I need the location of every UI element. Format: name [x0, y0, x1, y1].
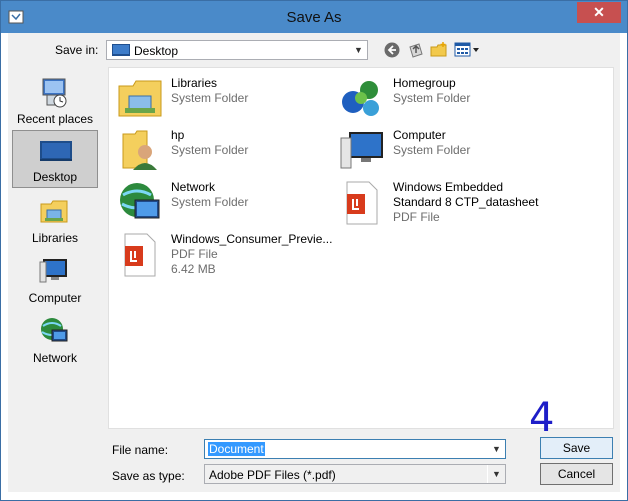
place-label: Desktop	[32, 170, 78, 184]
chevron-down-icon[interactable]: ▼	[487, 440, 505, 458]
desktop-small-icon	[112, 44, 130, 56]
place-libraries[interactable]: Libraries	[12, 190, 98, 248]
pdf-file-icon	[124, 233, 156, 277]
up-folder-icon[interactable]	[407, 41, 425, 59]
libraries-folder-icon	[118, 80, 162, 117]
view-menu-icon[interactable]	[454, 41, 480, 59]
item-type: System Folder	[171, 143, 249, 157]
new-folder-icon[interactable]	[430, 41, 448, 59]
window-title: Save As	[286, 9, 342, 26]
place-label: Network	[32, 351, 77, 365]
libraries-icon	[40, 200, 68, 223]
list-item-network[interactable]: Network System Folder	[113, 178, 328, 228]
recent-places-icon	[42, 78, 67, 108]
file-name-field[interactable]: Document ▼	[204, 439, 506, 459]
list-item-libraries[interactable]: Libraries System Folder	[113, 74, 328, 124]
place-recent-places[interactable]: Recent places	[12, 71, 98, 129]
save-as-dialog: Save As ✕ Save in: Desktop ▼ Recent plac…	[0, 0, 628, 501]
computer-icon	[39, 259, 67, 283]
item-name: hp	[171, 128, 185, 142]
place-computer[interactable]: Computer	[12, 250, 98, 308]
network-globe-icon	[120, 183, 160, 219]
homegroup-icon	[342, 81, 379, 116]
save-in-label: Save in:	[55, 43, 99, 57]
save-type-dropdown[interactable]: Adobe PDF Files (*.pdf) ▼	[204, 464, 506, 484]
list-item-hp[interactable]: hp System Folder	[113, 126, 328, 176]
title-bar[interactable]: Save As ✕	[1, 1, 627, 33]
step-number-annotation: 4	[529, 395, 555, 441]
item-name: Libraries	[171, 76, 218, 90]
pdf-file-icon	[346, 181, 378, 225]
item-name: Network	[171, 180, 216, 194]
network-icon	[41, 318, 68, 342]
place-label: Libraries	[31, 231, 79, 245]
place-label: Recent places	[16, 112, 94, 126]
save-type-label: Save as type:	[112, 469, 185, 483]
file-name-value[interactable]: Document	[208, 442, 265, 456]
item-type: System Folder	[171, 195, 249, 209]
back-icon[interactable]	[383, 41, 401, 59]
chevron-down-icon[interactable]: ▼	[349, 41, 367, 59]
item-type: PDF File	[171, 247, 218, 261]
place-desktop[interactable]: Desktop	[12, 130, 98, 188]
list-item-windows-consumer-preview[interactable]: Windows_Consumer_Previe... PDF File 6.42…	[113, 230, 343, 280]
item-name: Homegroup	[393, 76, 456, 90]
item-name: Computer	[393, 128, 446, 142]
file-name-label: File name:	[112, 443, 169, 457]
close-button[interactable]: ✕	[577, 2, 621, 23]
item-size: 6.42 MB	[171, 262, 216, 276]
places-bar: Recent places Desktop Libraries Computer…	[8, 69, 98, 431]
item-type: System Folder	[393, 91, 471, 105]
user-folder-icon	[122, 130, 157, 170]
item-type: System Folder	[171, 91, 249, 105]
place-label: Computer	[28, 291, 82, 305]
item-type: PDF File	[393, 210, 440, 224]
save-in-dropdown[interactable]: Desktop ▼	[106, 40, 368, 60]
save-in-value: Desktop	[134, 44, 179, 58]
save-type-value: Adobe PDF Files (*.pdf)	[209, 468, 336, 482]
chevron-down-icon[interactable]: ▼	[487, 465, 505, 483]
place-network[interactable]: Network	[12, 310, 98, 368]
item-type: System Folder	[393, 143, 471, 157]
list-item-windows-embedded[interactable]: Windows Embedded Standard 8 CTP_datashee…	[335, 178, 605, 228]
list-item-homegroup[interactable]: Homegroup System Folder	[335, 74, 550, 124]
cancel-button[interactable]: Cancel	[540, 463, 613, 485]
computer-icon	[340, 132, 383, 169]
item-name: Windows_Consumer_Previe...	[171, 232, 333, 246]
desktop-icon	[40, 141, 72, 161]
item-name-line2: Standard 8 CTP_datasheet	[393, 195, 539, 209]
list-item-computer[interactable]: Computer System Folder	[335, 126, 550, 176]
item-name: Windows Embedded	[393, 180, 504, 194]
file-list[interactable]: Libraries System Folder Homegroup System…	[108, 67, 614, 429]
